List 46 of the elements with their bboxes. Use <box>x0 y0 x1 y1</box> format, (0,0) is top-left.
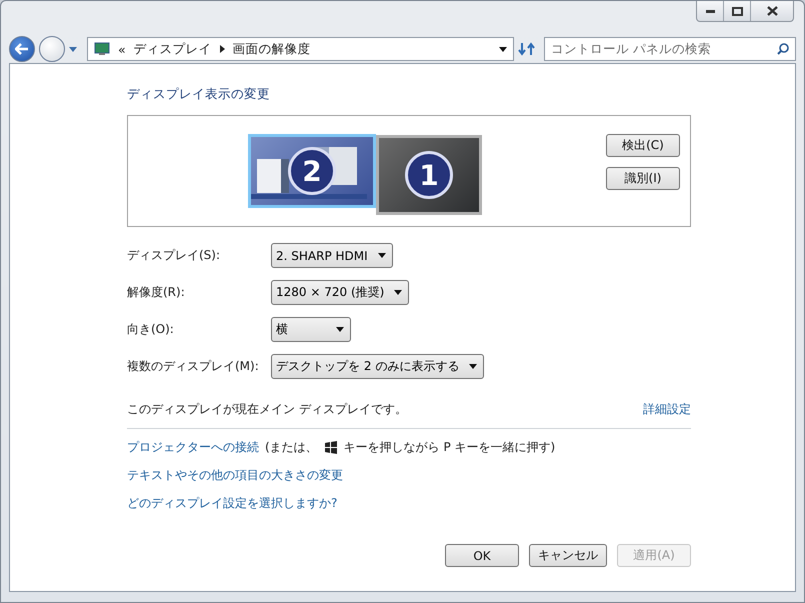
monitor-icon <box>94 42 110 56</box>
setting-dropdown[interactable]: 1280 × 720 (推奨) <box>271 280 410 305</box>
minimize-icon[interactable] <box>706 10 714 12</box>
caret-icon <box>469 364 478 369</box>
dropdown-arrow-icon[interactable] <box>69 46 77 52</box>
monitor-tile[interactable]: 1 <box>376 135 482 215</box>
dialog-button[interactable]: OK <box>445 544 519 567</box>
advanced-settings-link[interactable]: 詳細設定 <box>643 401 691 418</box>
search-icon[interactable] <box>777 43 789 55</box>
maximize-icon[interactable] <box>732 6 742 16</box>
caret-icon <box>336 327 344 332</box>
refresh-icon[interactable] <box>518 41 536 57</box>
monitor-number: 1 <box>405 151 453 199</box>
setting-dropdown[interactable]: 横 <box>271 317 351 342</box>
dialog-button[interactable]: キャンセル <box>529 544 607 567</box>
windows-logo-icon <box>324 441 338 454</box>
breadcrumb-item[interactable]: ディスプレイ <box>134 40 212 58</box>
chevron-right-icon[interactable] <box>220 45 225 53</box>
setting-label: 向き(O): <box>127 321 175 338</box>
hint-text: キーを押しながら P キーを一緒に押す) <box>344 439 556 456</box>
breadcrumb-item[interactable]: 画面の解像度 <box>232 40 311 58</box>
monitor-action-button[interactable]: 検出(C) <box>606 134 680 157</box>
setting-dropdown[interactable]: 2. SHARP HDMI <box>271 243 393 268</box>
forward-button[interactable] <box>39 36 65 62</box>
status-text: このディスプレイが現在メイン ディスプレイです。 <box>127 401 407 418</box>
monitor-tile[interactable]: 2 <box>248 134 376 208</box>
monitor-number: 2 <box>288 147 336 195</box>
projector-link[interactable]: プロジェクターへの接続 <box>127 439 259 456</box>
help-link[interactable]: テキストやその他の項目の大きさの変更 <box>127 467 343 484</box>
search-field[interactable]: コントロール パネルの検索 <box>544 37 796 61</box>
setting-dropdown[interactable]: デスクトップを 2 のみに表示する <box>271 354 484 379</box>
caret-icon <box>394 290 402 295</box>
address-bar[interactable]: « ディスプレイ 画面の解像度 <box>87 37 514 61</box>
setting-label: ディスプレイ(S): <box>127 247 222 264</box>
monitor-action-button[interactable]: 識別(I) <box>606 167 680 190</box>
back-arrow-icon <box>15 43 29 55</box>
setting-label: 複数のディスプレイ(M): <box>127 358 260 375</box>
caret-icon <box>378 253 386 258</box>
breadcrumb-overflow[interactable]: « <box>118 42 126 56</box>
section-heading: ディスプレイ表示の変更 <box>127 86 271 103</box>
caret-icon <box>499 46 507 52</box>
close-icon[interactable] <box>766 6 778 16</box>
setting-label: 解像度(R): <box>127 284 186 301</box>
hint-text: (または、 <box>265 439 318 456</box>
back-button[interactable] <box>9 36 35 62</box>
help-link[interactable]: どのディスプレイ設定を選択しますか? <box>127 495 338 512</box>
